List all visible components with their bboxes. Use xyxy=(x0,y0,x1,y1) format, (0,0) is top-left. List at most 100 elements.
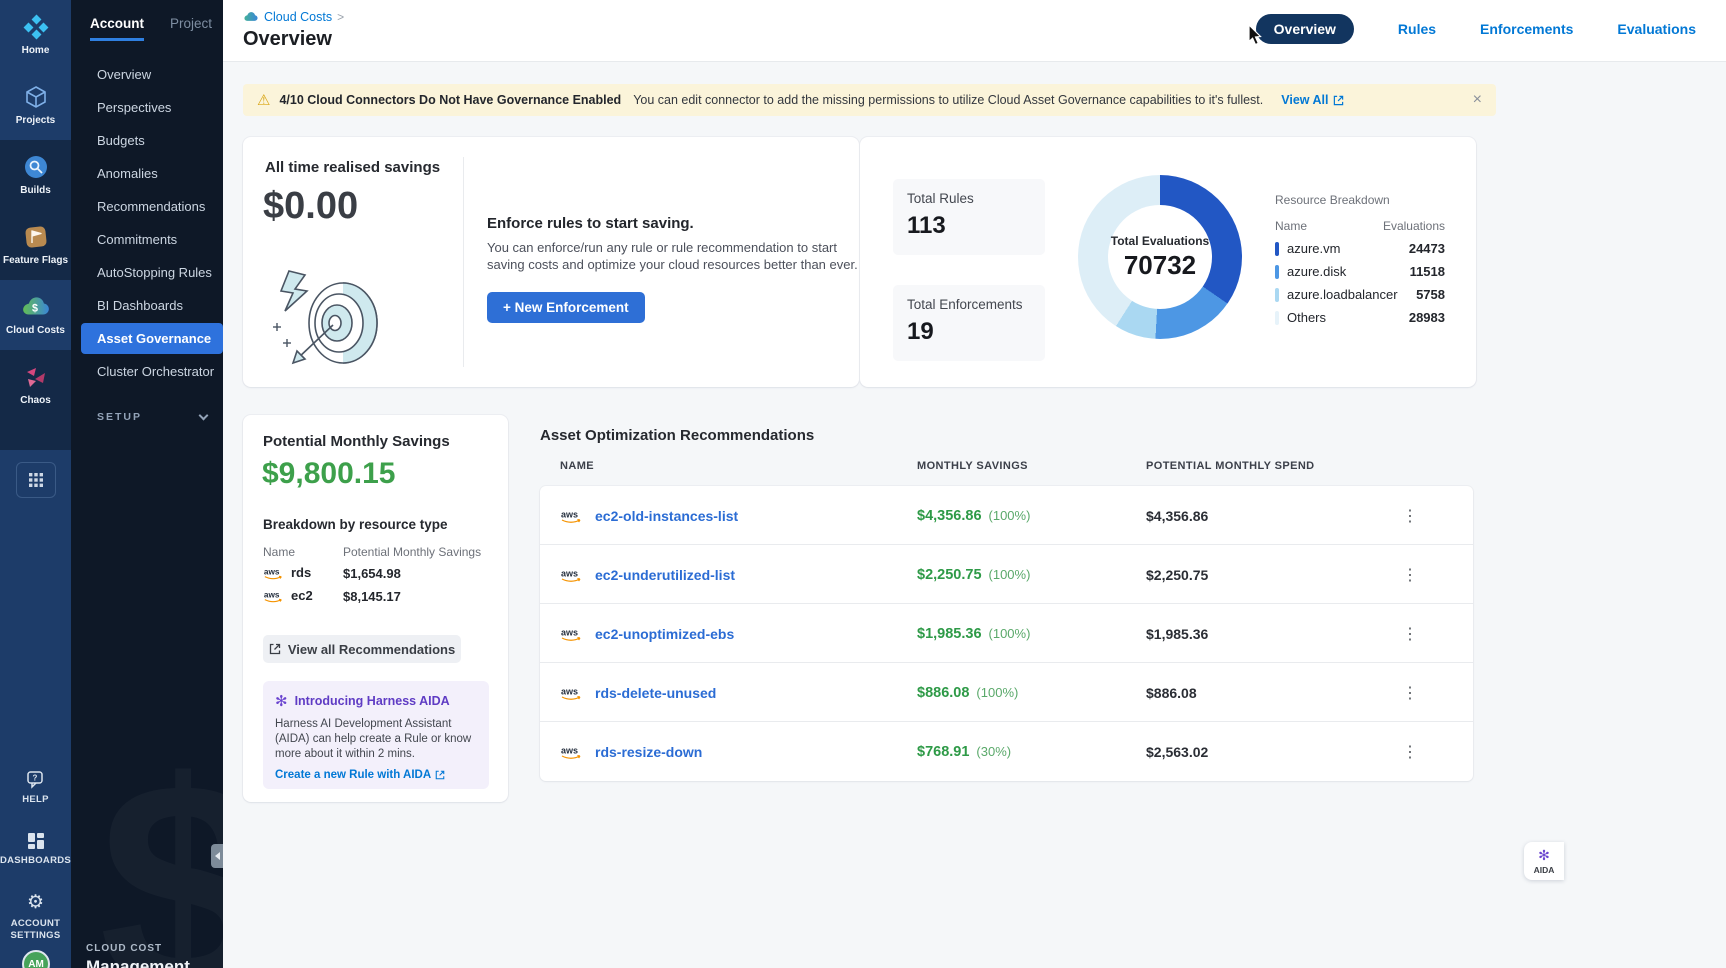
svg-text:aws: aws xyxy=(561,745,578,755)
cloud-costs-sidebar: Account Project Overview Perspectives Bu… xyxy=(71,0,223,968)
sidebar-item-perspectives[interactable]: Perspectives xyxy=(71,92,223,123)
governance-warning-banner: ⚠ 4/10 Cloud Connectors Do Not Have Gove… xyxy=(243,84,1496,116)
svg-text:?: ? xyxy=(32,774,37,783)
potential-savings-amount: $9,800.15 xyxy=(262,457,395,491)
sidebar-item-bi-dashboards[interactable]: BI Dashboards xyxy=(71,290,223,321)
user-avatar[interactable]: AM xyxy=(22,950,50,968)
target-illustration xyxy=(267,265,387,374)
sidebar-item-autostopping-rules[interactable]: AutoStopping Rules xyxy=(71,257,223,288)
tab-project[interactable]: Project xyxy=(170,16,212,41)
app-root: Home Projects Builds xyxy=(0,0,1726,968)
legend-swatch xyxy=(1275,311,1279,325)
sidebar-item-cluster-orchestrator[interactable]: Cluster Orchestrator xyxy=(71,356,223,387)
breakdown-name: azure.vm xyxy=(1287,241,1340,256)
rail-group-cloud-costs: $ Cloud Costs xyxy=(0,280,71,350)
dashboards-button[interactable]: DASHBOARDS xyxy=(0,832,71,867)
tab-account[interactable]: Account xyxy=(90,16,144,41)
tab-evaluations[interactable]: Evaluations xyxy=(1617,21,1696,37)
view-all-recommendations-label: View all Recommendations xyxy=(288,642,455,657)
rail-item-cloud-costs[interactable]: $ Cloud Costs xyxy=(0,280,71,350)
view-all-recommendations-button[interactable]: View all Recommendations xyxy=(263,635,461,663)
sidebar-item-budgets[interactable]: Budgets xyxy=(71,125,223,156)
rail-item-label: Feature Flags xyxy=(3,255,68,267)
new-enforcement-button[interactable]: + New Enforcement xyxy=(487,292,645,323)
help-chat-icon: ? xyxy=(26,771,46,789)
breakdown-row: azure.disk 11518 xyxy=(1275,264,1445,279)
rail-item-feature-flags[interactable]: Feature Flags xyxy=(0,210,71,280)
cube-icon xyxy=(24,83,48,111)
aida-floating-button[interactable]: ✻ AIDA xyxy=(1524,842,1564,880)
page-header: Cloud Costs > Overview Overview Rules En… xyxy=(223,0,1726,62)
row-menu-button[interactable]: ⋮ xyxy=(1396,486,1424,545)
grid-icon xyxy=(28,472,44,488)
recommendation-link[interactable]: ec2-old-instances-list xyxy=(595,508,738,524)
savings-percent: (100%) xyxy=(989,567,1031,582)
potential-spend-value: $4,356.86 xyxy=(1146,486,1208,545)
rail-item-chaos[interactable]: Chaos xyxy=(0,350,71,420)
recommendation-link[interactable]: ec2-unoptimized-ebs xyxy=(595,626,734,642)
governance-tabs: Overview Rules Enforcements Evaluations xyxy=(1256,14,1696,44)
account-settings-label: ACCOUNT SETTINGS xyxy=(6,918,66,942)
aws-icon: aws xyxy=(263,566,285,580)
aida-promo-header: ✻ Introducing Harness AIDA xyxy=(275,692,477,710)
banner-title: 4/10 Cloud Connectors Do Not Have Govern… xyxy=(279,93,621,107)
legend-swatch xyxy=(1275,265,1279,279)
breakdown-value: 11518 xyxy=(1410,264,1445,279)
tab-overview[interactable]: Overview xyxy=(1256,14,1354,44)
module-label-big: Management xyxy=(86,957,190,968)
sidebar-item-anomalies[interactable]: Anomalies xyxy=(71,158,223,189)
recommendation-link[interactable]: rds-delete-unused xyxy=(595,685,716,701)
recommendations-title: Asset Optimization Recommendations xyxy=(540,427,814,444)
realised-savings-card: All time realised savings $0.00 xyxy=(243,137,859,387)
pot-col-savings: Potential Monthly Savings xyxy=(343,545,481,559)
svg-text:aws: aws xyxy=(561,509,578,519)
help-button[interactable]: ? HELP xyxy=(0,771,71,806)
breakdown-col-evaluations: Evaluations xyxy=(1383,219,1445,233)
rail-item-label: Cloud Costs xyxy=(6,325,65,337)
sidebar-item-recommendations[interactable]: Recommendations xyxy=(71,191,223,222)
banner-close-button[interactable]: × xyxy=(1473,91,1482,109)
setup-section-toggle[interactable]: SETUP xyxy=(71,389,223,423)
breakdown-col-name: Name xyxy=(1275,219,1307,233)
sidebar-item-asset-governance[interactable]: Asset Governance xyxy=(81,323,223,354)
rail-item-home[interactable]: Home xyxy=(0,0,71,70)
module-label-small: CLOUD COST xyxy=(86,943,190,954)
realised-savings-amount: $0.00 xyxy=(263,185,358,228)
table-row: aws rds-resize-down $768.91 (30%) $2,563… xyxy=(540,722,1473,781)
tab-rules[interactable]: Rules xyxy=(1398,21,1436,37)
resource-breakdown-header: Name Evaluations xyxy=(1275,219,1445,233)
tab-enforcements[interactable]: Enforcements xyxy=(1480,21,1573,37)
row-menu-button[interactable]: ⋮ xyxy=(1396,604,1424,663)
monthly-savings-value: $886.08 xyxy=(917,685,969,701)
recommendations-table: aws ec2-old-instances-list $4,356.86 (10… xyxy=(540,486,1473,781)
svg-text:aws: aws xyxy=(264,590,280,599)
rail-item-builds[interactable]: Builds xyxy=(0,140,71,210)
evaluations-donut-chart: Total Evaluations 70732 xyxy=(1078,175,1242,339)
savings-percent: (100%) xyxy=(989,626,1031,641)
total-rules-label: Total Rules xyxy=(907,191,1031,206)
chaos-icon xyxy=(23,363,49,391)
module-footer: CLOUD COST Management xyxy=(86,943,190,968)
rail-item-projects[interactable]: Projects xyxy=(0,70,71,140)
potential-spend-value: $1,985.36 xyxy=(1146,604,1208,663)
resource-name: rds xyxy=(291,565,311,580)
warning-icon: ⚠ xyxy=(257,91,270,109)
banner-view-all-link[interactable]: View All xyxy=(1281,93,1343,107)
aws-icon: aws xyxy=(560,744,584,760)
row-menu-button[interactable]: ⋮ xyxy=(1396,545,1424,604)
recommendation-link[interactable]: rds-resize-down xyxy=(595,744,702,760)
svg-text:$: $ xyxy=(31,302,37,314)
sidebar-collapse-handle[interactable] xyxy=(211,844,223,868)
donut-center-value: 70732 xyxy=(1124,250,1196,281)
row-menu-button[interactable]: ⋮ xyxy=(1396,663,1424,722)
rail-group-top: Home Projects xyxy=(0,0,71,140)
rail-item-label: Projects xyxy=(16,115,55,127)
create-rule-with-aida-link[interactable]: Create a new Rule with AIDA xyxy=(275,769,477,781)
account-settings-button[interactable]: ⚙ ACCOUNT SETTINGS xyxy=(0,893,71,942)
sidebar-item-overview[interactable]: Overview xyxy=(71,59,223,90)
sidebar-item-commitments[interactable]: Commitments xyxy=(71,224,223,255)
module-picker-button[interactable] xyxy=(16,462,56,498)
row-menu-button[interactable]: ⋮ xyxy=(1396,722,1424,781)
breadcrumb-cloud-costs-link[interactable]: Cloud Costs xyxy=(264,10,332,24)
recommendation-link[interactable]: ec2-underutilized-list xyxy=(595,567,735,583)
